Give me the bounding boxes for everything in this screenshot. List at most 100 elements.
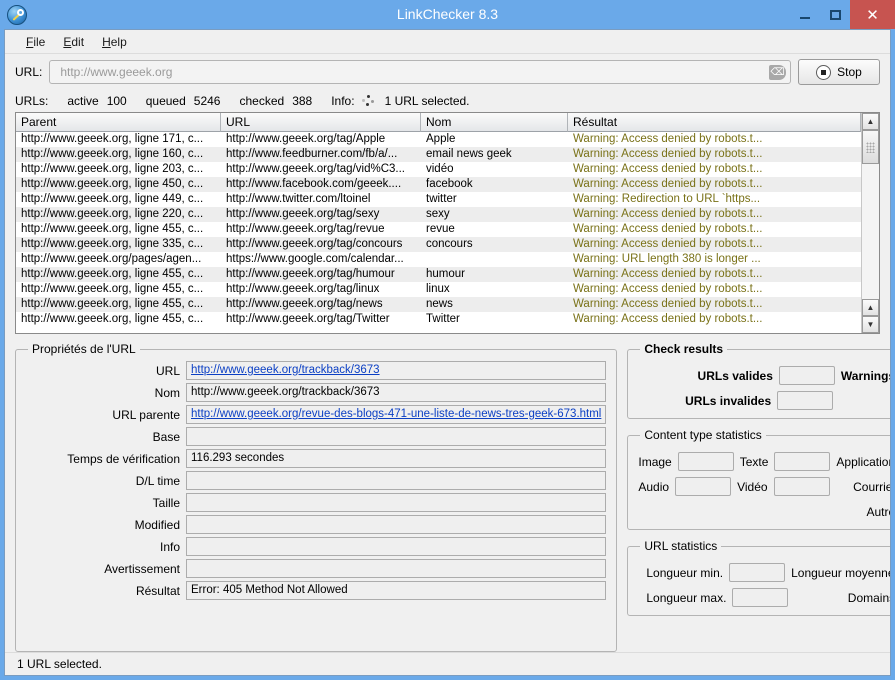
table-cell-parent: http://www.geeek.org, ligne 455, c...	[21, 283, 204, 295]
table-row[interactable]: http://www.geeek.org, ligne 335, c... htt…	[16, 237, 861, 252]
longueur-min-field[interactable]	[729, 563, 786, 582]
property-label: D/L time	[135, 473, 180, 488]
table-cell-parent: http://www.geeek.org, ligne 455, c...	[21, 268, 204, 280]
scroll-up-button[interactable]: ▲	[862, 299, 879, 316]
url-statistics-legend: URL statistics	[644, 539, 718, 553]
linkchecker-app-icon	[7, 4, 27, 25]
maximize-button[interactable]	[820, 0, 850, 29]
property-row: Temps de vérification 116.293 secondes	[26, 448, 607, 469]
property-value-field[interactable]	[186, 427, 607, 446]
property-value-field[interactable]	[186, 537, 607, 556]
url-input[interactable]	[58, 61, 769, 83]
audio-label: Audio	[638, 479, 670, 494]
table-row[interactable]: http://www.geeek.org, ligne 160, c... htt…	[16, 147, 861, 162]
column-header-nom[interactable]: Nom	[421, 113, 568, 132]
url-input-container[interactable]: ⌫	[49, 60, 791, 84]
table-cell-resultat: Warning: Access denied by robots.t...	[573, 238, 763, 250]
table-cell-parent: http://www.geeek.org, ligne 335, c...	[21, 238, 204, 250]
column-header-url[interactable]: URL	[221, 113, 421, 132]
column-header-resultat[interactable]: Résultat	[568, 113, 861, 132]
menu-edit[interactable]: Edit	[54, 32, 93, 52]
info-value: 1 URL selected.	[384, 94, 470, 108]
table-row[interactable]: http://www.geeek.org, ligne 455, c... htt…	[16, 297, 861, 312]
autre-label: Autre	[866, 504, 890, 519]
table-cell-parent: http://www.geeek.org, ligne 171, c...	[21, 133, 204, 145]
urls-valides-field[interactable]	[778, 366, 835, 385]
menu-help[interactable]: Help	[93, 32, 136, 52]
stop-button-label: Stop	[837, 65, 862, 79]
property-value-field[interactable]	[186, 515, 607, 534]
table-cell-url: http://www.twitter.com/ltoinel	[226, 193, 371, 205]
video-field[interactable]	[773, 477, 830, 496]
table-row[interactable]: http://www.geeek.org, ligne 455, c... htt…	[16, 312, 861, 327]
minimize-button[interactable]	[790, 0, 820, 29]
property-row: Base	[26, 426, 607, 447]
texte-field[interactable]	[774, 452, 831, 471]
property-row: Taille	[26, 492, 607, 513]
content-stats-row-3: Autre	[638, 502, 890, 521]
menu-file[interactable]: File	[17, 32, 54, 52]
table-cell-resultat: Warning: Access denied by robots.t...	[573, 148, 763, 160]
property-value-field[interactable]: http://www.geeek.org/trackback/3673	[186, 383, 607, 402]
longueur-max-field[interactable]	[732, 588, 789, 607]
table-row[interactable]: http://www.geeek.org, ligne 171, c... htt…	[16, 132, 861, 147]
table-cell-parent: http://www.geeek.org/pages/agen...	[21, 253, 202, 265]
property-value-field[interactable]	[186, 493, 607, 512]
property-label: Modified	[134, 517, 180, 532]
table-cell-nom: vidéo	[426, 163, 454, 175]
table-cell-resultat: Warning: Access denied by robots.t...	[573, 223, 763, 235]
property-value-field[interactable]: http://www.geeek.org/revue-des-blogs-471…	[186, 405, 607, 424]
table-row[interactable]: http://www.geeek.org/pages/agen... https:…	[16, 252, 861, 267]
table-row[interactable]: http://www.geeek.org, ligne 455, c... htt…	[16, 267, 861, 282]
scrollbar-track[interactable]	[862, 164, 879, 299]
table-cell-nom: revue	[426, 223, 455, 235]
scroll-down-button[interactable]: ▼	[862, 316, 879, 333]
table-cell-resultat: Warning: Access denied by robots.t...	[573, 133, 763, 145]
table-cell-parent: http://www.geeek.org, ligne 455, c...	[21, 298, 204, 310]
longueur-max-label: Longueur max.	[646, 590, 727, 605]
table-row[interactable]: http://www.geeek.org, ligne 449, c... htt…	[16, 192, 861, 207]
property-row: URL parente http://www.geeek.org/revue-de…	[26, 404, 607, 425]
image-field[interactable]	[677, 452, 734, 471]
url-label: URL:	[15, 65, 43, 79]
table-row[interactable]: http://www.geeek.org, ligne 450, c... htt…	[16, 177, 861, 192]
property-value-field[interactable]	[186, 559, 607, 578]
close-button[interactable]: ✕	[850, 0, 895, 29]
urls-invalides-field[interactable]	[777, 391, 834, 410]
results-table[interactable]: Parent URL Nom Résultat http://www.geeek…	[15, 112, 880, 334]
video-label: Vidéo	[737, 479, 768, 494]
property-row: URL http://www.geeek.org/trackback/3673	[26, 360, 607, 381]
table-row[interactable]: http://www.geeek.org, ligne 220, c... htt…	[16, 207, 861, 222]
table-row[interactable]: http://www.geeek.org, ligne 455, c... htt…	[16, 222, 861, 237]
property-value-field[interactable]: 116.293 secondes	[186, 449, 607, 468]
table-cell-parent: http://www.geeek.org, ligne 449, c...	[21, 193, 204, 205]
column-header-parent[interactable]: Parent	[16, 113, 221, 132]
table-cell-url: http://www.geeek.org/tag/humour	[226, 268, 395, 280]
table-cell-url: http://www.geeek.org/tag/news	[226, 298, 383, 310]
right-column: Check results URLs valides Warnings URLs…	[627, 342, 890, 652]
table-cell-nom: email news geek	[426, 148, 512, 160]
property-label: Avertissement	[104, 561, 180, 576]
application-label: Application	[836, 454, 890, 469]
property-value-field[interactable]	[186, 471, 607, 490]
stop-button[interactable]: Stop	[798, 59, 880, 85]
table-vertical-scrollbar[interactable]: ▲ ▲ ▼	[861, 113, 879, 333]
texte-label: Texte	[739, 454, 769, 469]
table-cell-nom: facebook	[426, 178, 473, 190]
content-type-statistics-legend: Content type statistics	[644, 428, 762, 442]
property-value-field[interactable]: http://www.geeek.org/trackback/3673	[186, 361, 607, 380]
longueur-moyenne-label: Longueur moyenne	[791, 565, 890, 580]
scrollbar-thumb[interactable]	[862, 130, 879, 164]
scroll-up-button-top[interactable]: ▲	[862, 113, 879, 130]
window-title: LinkChecker 8.3	[396, 6, 499, 22]
menu-file-label: ile	[33, 34, 46, 49]
content-stats-row-1: Image Texte Application	[638, 452, 890, 471]
property-value-field[interactable]: Error: 405 Method Not Allowed	[186, 581, 607, 600]
table-row[interactable]: http://www.geeek.org, ligne 455, c... htt…	[16, 282, 861, 297]
menu-edit-label: dit	[71, 34, 85, 49]
table-row[interactable]: http://www.geeek.org, ligne 203, c... htt…	[16, 162, 861, 177]
spinner-icon	[361, 95, 376, 107]
urls-invalides-label: URLs invalides	[685, 393, 772, 408]
audio-field[interactable]	[675, 477, 732, 496]
clear-icon[interactable]: ⌫	[769, 64, 786, 80]
